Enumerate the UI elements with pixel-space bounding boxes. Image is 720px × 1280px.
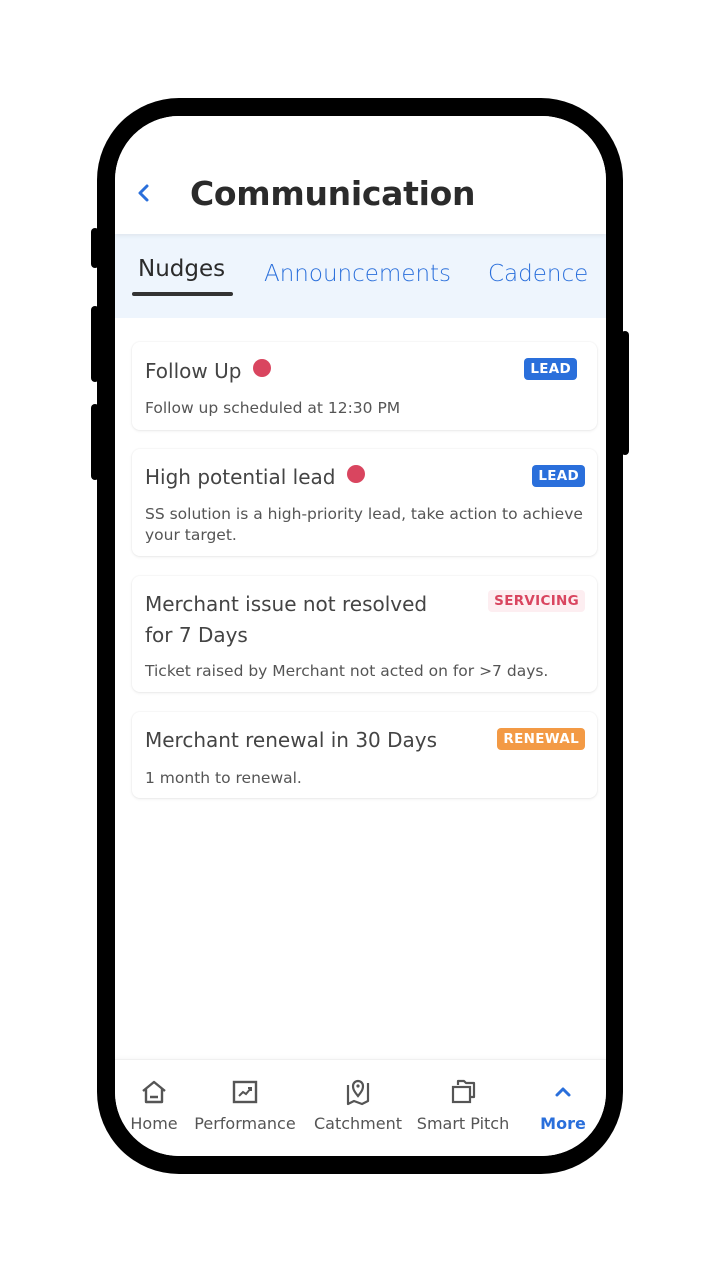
nudge-card[interactable]: Follow Up LEAD Follow up scheduled at 12… (132, 342, 597, 430)
nudge-title: High potential lead (145, 462, 366, 493)
nudge-title-text: High potential lead (145, 465, 336, 489)
tab-nudges[interactable]: Nudges (138, 256, 225, 282)
nudge-title: Merchant renewal in 30 Days (145, 728, 438, 752)
app-screen: Communication Nudges Announcements Caden… (115, 116, 606, 1156)
phone-side-button-power (621, 331, 629, 455)
nudge-title-text: Follow Up (145, 359, 242, 383)
phone-side-button-mute (91, 228, 99, 268)
tab-announcements[interactable]: Announcements (264, 261, 451, 287)
active-tab-indicator (132, 292, 233, 296)
category-badge: RENEWAL (497, 728, 585, 750)
chevron-up-icon (555, 1087, 571, 1097)
category-badge: LEAD (532, 465, 585, 487)
stacked-pages-icon (451, 1079, 476, 1104)
nav-home[interactable]: Home (125, 1060, 183, 1150)
phone-side-button-volume-up (91, 306, 99, 382)
nudge-card[interactable]: Merchant issue not resolved for 7 Days S… (132, 576, 597, 692)
nudge-description: 1 month to renewal. (145, 769, 302, 787)
nudge-description: SS solution is a high-priority lead, tak… (145, 505, 583, 544)
nudge-card[interactable]: High potential lead LEAD SS solution is … (132, 449, 597, 556)
nav-performance[interactable]: Performance (193, 1060, 297, 1150)
category-badge: SERVICING (488, 590, 585, 612)
unread-dot-icon (253, 359, 272, 377)
nav-smart-pitch[interactable]: Smart Pitch (415, 1060, 511, 1150)
nav-label: Home (130, 1114, 178, 1133)
nav-label: Catchment (313, 1114, 403, 1133)
chart-trend-icon (232, 1080, 258, 1104)
nav-more[interactable]: More (535, 1060, 591, 1150)
nudge-card[interactable]: Merchant renewal in 30 Days RENEWAL 1 mo… (132, 712, 597, 798)
map-pin-icon (346, 1079, 370, 1106)
nudge-description: Follow up scheduled at 12:30 PM (145, 399, 401, 417)
nudge-title: Merchant issue not resolved for 7 Days (145, 592, 428, 647)
back-button[interactable] (135, 182, 153, 204)
page-title: Communication (190, 174, 476, 213)
nudge-description: Ticket raised by Merchant not acted on f… (145, 662, 549, 680)
nav-label: More (540, 1114, 586, 1133)
app-header: Communication (115, 116, 606, 234)
tab-bar: Nudges Announcements Cadence (115, 234, 606, 318)
nav-label: Smart Pitch (416, 1114, 510, 1133)
nudge-title: Follow Up (145, 356, 272, 387)
category-badge: LEAD (524, 358, 577, 380)
chevron-left-icon (138, 184, 149, 202)
nav-catchment[interactable]: Catchment (310, 1060, 406, 1150)
unread-dot-icon (347, 465, 366, 483)
bottom-navigation: Home Performance Catchment Smart Pitch M… (115, 1059, 606, 1156)
home-icon (142, 1080, 166, 1104)
phone-side-button-volume-down (91, 404, 99, 480)
tab-cadence[interactable]: Cadence (488, 261, 588, 287)
nav-label: Performance (194, 1114, 296, 1133)
